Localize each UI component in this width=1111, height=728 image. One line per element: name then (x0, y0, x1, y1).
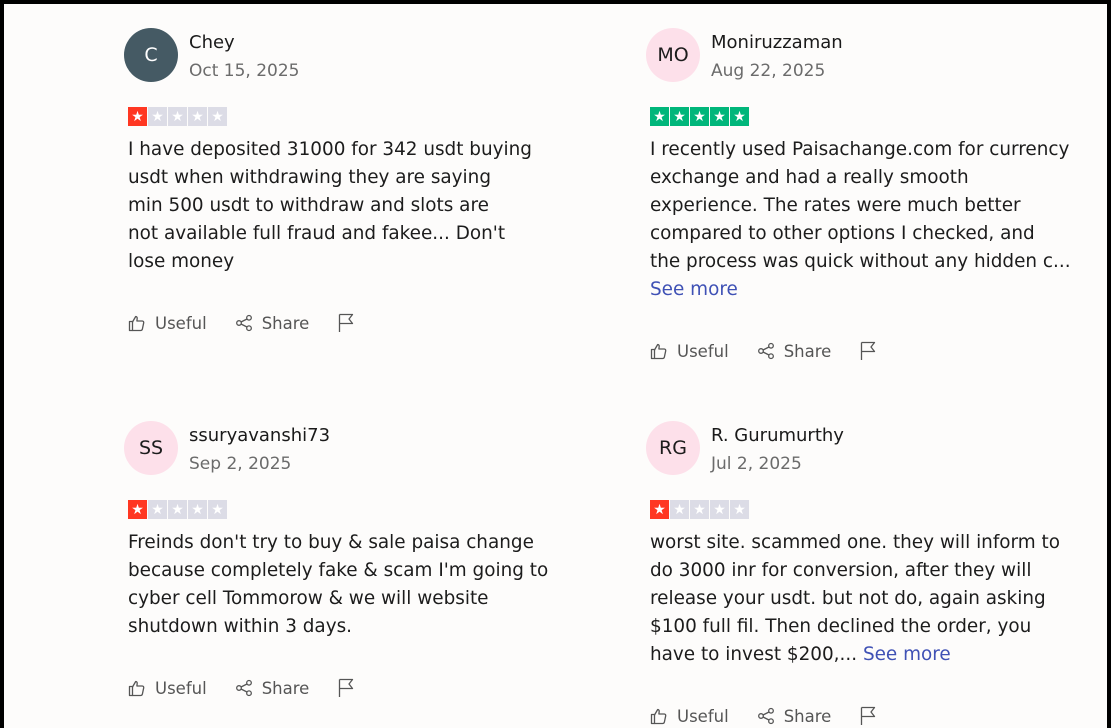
star-icon: ★ (148, 107, 167, 126)
avatar[interactable]: MO (646, 28, 700, 82)
report-button[interactable] (859, 706, 877, 726)
review-date: Oct 15, 2025 (189, 61, 300, 81)
star-icon: ★ (730, 500, 749, 519)
thumbs-up-icon (128, 315, 145, 332)
flag-icon (339, 313, 354, 332)
review-text: worst site. scammed one. they will infor… (650, 532, 1061, 665)
review-date: Jul 2, 2025 (711, 454, 802, 474)
star-icon: ★ (148, 500, 167, 519)
star-icon: ★ (650, 107, 669, 126)
useful-button[interactable]: Useful (128, 679, 207, 698)
star-icon: ★ (730, 107, 749, 126)
review-text: I recently used Paisachange.com for curr… (650, 139, 1071, 300)
star-icon: ★ (168, 107, 187, 126)
review-actions: Useful Share (650, 341, 877, 361)
useful-button[interactable]: Useful (128, 314, 207, 333)
reviewer-name[interactable]: Moniruzzaman (711, 32, 843, 53)
star-icon: ★ (710, 107, 729, 126)
avatar[interactable]: SS (124, 421, 178, 475)
star-icon: ★ (188, 500, 207, 519)
reviewer-name[interactable]: ssuryavanshi73 (189, 425, 330, 446)
star-rating: ★ ★ ★ ★ ★ (128, 500, 227, 519)
star-icon: ★ (208, 107, 227, 126)
report-button[interactable] (337, 678, 355, 698)
review-card: RG R. Gurumurthy Jul 2, 2025 ★ ★ ★ ★ ★ worst… (646, 421, 1076, 726)
review-actions: Useful Share (128, 313, 355, 333)
avatar[interactable]: C (124, 28, 178, 82)
share-button[interactable]: Share (235, 678, 310, 698)
useful-button[interactable]: Useful (650, 707, 729, 726)
star-icon: ★ (670, 500, 689, 519)
share-button[interactable]: Share (235, 313, 310, 333)
flag-icon (861, 706, 876, 725)
share-button[interactable]: Share (757, 341, 832, 361)
useful-button[interactable]: Useful (650, 342, 729, 361)
star-rating: ★ ★ ★ ★ ★ (650, 500, 749, 519)
review-actions: Useful Share (650, 706, 877, 726)
star-icon: ★ (650, 500, 669, 519)
star-icon: ★ (690, 107, 709, 126)
star-icon: ★ (168, 500, 187, 519)
see-more-link[interactable]: See more (650, 279, 738, 300)
useful-label: Useful (155, 313, 207, 333)
share-icon (757, 707, 774, 725)
reviewer-name[interactable]: Chey (189, 32, 235, 53)
star-icon: ★ (128, 107, 147, 126)
useful-label: Useful (155, 678, 207, 698)
review-card: SS ssuryavanshi73 Sep 2, 2025 ★ ★ ★ ★ ★ Frei… (124, 421, 554, 698)
star-icon: ★ (670, 107, 689, 126)
review-text: Freinds don't try to buy & sale paisa ch… (128, 532, 549, 637)
share-label: Share (783, 341, 832, 361)
thumbs-up-icon (650, 708, 667, 725)
star-rating: ★ ★ ★ ★ ★ (650, 107, 749, 126)
useful-label: Useful (677, 341, 729, 361)
star-rating: ★ ★ ★ ★ ★ (128, 107, 227, 126)
star-icon: ★ (208, 500, 227, 519)
reviews-panel: C Chey Oct 15, 2025 ★ ★ ★ ★ ★ I have deposit… (0, 0, 1111, 728)
review-card: MO Moniruzzaman Aug 22, 2025 ★ ★ ★ ★ ★ I rec… (646, 28, 1076, 361)
share-label: Share (261, 678, 310, 698)
see-more-link[interactable]: See more (863, 644, 951, 665)
flag-icon (861, 341, 876, 360)
useful-label: Useful (677, 706, 729, 726)
star-icon: ★ (188, 107, 207, 126)
review-date: Aug 22, 2025 (711, 61, 826, 81)
star-icon: ★ (128, 500, 147, 519)
share-label: Share (783, 706, 832, 726)
star-icon: ★ (690, 500, 709, 519)
review-text: I have deposited 31000 for 342 usdt buyi… (128, 139, 532, 272)
share-label: Share (261, 313, 310, 333)
flag-icon (339, 678, 354, 697)
thumbs-up-icon (128, 680, 145, 697)
avatar[interactable]: RG (646, 421, 700, 475)
review-actions: Useful Share (128, 678, 355, 698)
star-icon: ★ (710, 500, 729, 519)
review-card: C Chey Oct 15, 2025 ★ ★ ★ ★ ★ I have deposit… (124, 28, 554, 333)
share-icon (757, 342, 774, 360)
share-icon (235, 314, 252, 332)
reviewer-name[interactable]: R. Gurumurthy (711, 425, 844, 446)
thumbs-up-icon (650, 343, 667, 360)
report-button[interactable] (859, 341, 877, 361)
share-icon (235, 679, 252, 697)
share-button[interactable]: Share (757, 706, 832, 726)
review-date: Sep 2, 2025 (189, 454, 292, 474)
report-button[interactable] (337, 313, 355, 333)
